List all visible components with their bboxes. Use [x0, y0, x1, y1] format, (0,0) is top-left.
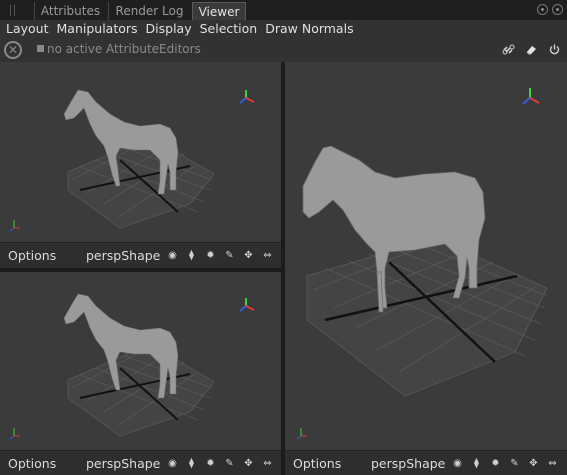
menu-manipulators[interactable]: Manipulators — [57, 20, 138, 38]
pencil-icon[interactable]: ✎ — [508, 457, 521, 470]
viewport-toolbar: Options perspShape ◉ ⧫ ✹ ✎ ✥ ⇔ — [0, 242, 281, 268]
panel-buttons — [537, 4, 563, 15]
tab-viewer[interactable]: Viewer — [192, 2, 246, 20]
power-icon[interactable] — [548, 43, 561, 56]
float-panel-icon[interactable] — [537, 4, 548, 15]
viewport-toolbar: Options perspShape ◉ ⧫ ✹ ✎ ✥ ⇔ — [285, 450, 567, 475]
status-square-icon — [37, 45, 44, 52]
viewport-icons: ◉ ⧫ ✹ ✎ ✥ ⇔ — [166, 457, 274, 470]
move-icon[interactable]: ✥ — [242, 249, 255, 262]
gear-icon[interactable]: ✹ — [489, 457, 502, 470]
corner-axis-icon — [9, 428, 20, 440]
pencil-icon[interactable]: ✎ — [223, 249, 236, 262]
eye-icon[interactable]: ◉ — [451, 457, 464, 470]
eraser-icon[interactable] — [525, 43, 538, 56]
viewport-scene — [9, 293, 255, 440]
menu-display[interactable]: Display — [146, 20, 192, 38]
corner-axis-icon — [9, 220, 20, 232]
close-panel-icon[interactable] — [552, 4, 563, 15]
tab-render-log[interactable]: Render Log — [108, 2, 190, 20]
menu-selection[interactable]: Selection — [200, 20, 258, 38]
attribute-editor-status: no active AttributeEditors — [47, 42, 201, 56]
camera-selector[interactable]: perspShape — [371, 456, 445, 471]
left-right-arrows-icon[interactable]: ⇔ — [261, 249, 274, 262]
menu-bar: Layout Manipulators Display Selection Dr… — [0, 20, 567, 38]
infobar-icons — [502, 43, 561, 56]
left-right-arrows-icon[interactable]: ⇔ — [261, 457, 274, 470]
link-icon[interactable] — [502, 43, 515, 56]
axis-gizmo-icon — [239, 90, 255, 104]
viewport-top-left[interactable] — [0, 62, 281, 242]
tab-bar: Attributes Render Log Viewer — [0, 0, 567, 20]
options-menu[interactable]: Options — [293, 456, 341, 471]
viewport-icons: ◉ ⧫ ✹ ✎ ✥ ⇔ — [166, 249, 274, 262]
menu-layout[interactable]: Layout — [6, 20, 49, 38]
pencil-icon[interactable]: ✎ — [223, 457, 236, 470]
viewport-right[interactable] — [285, 62, 567, 450]
viewport-bottom-left[interactable] — [0, 272, 281, 450]
camera-selector[interactable]: perspShape — [86, 456, 160, 471]
axis-gizmo-icon — [522, 88, 540, 105]
pin-icon[interactable]: ⧫ — [470, 457, 483, 470]
eye-icon[interactable]: ◉ — [166, 249, 179, 262]
camera-selector[interactable]: perspShape — [86, 248, 160, 263]
move-icon[interactable]: ✥ — [527, 457, 540, 470]
options-menu[interactable]: Options — [8, 248, 56, 263]
gear-icon[interactable]: ✹ — [204, 249, 217, 262]
tab-attributes[interactable]: Attributes — [34, 2, 106, 20]
gear-icon[interactable]: ✹ — [204, 457, 217, 470]
options-menu[interactable]: Options — [8, 456, 56, 471]
pin-icon[interactable]: ⧫ — [185, 457, 198, 470]
pin-icon[interactable]: ⧫ — [185, 249, 198, 262]
attribute-editor-bar: ✕ no active AttributeEditors — [0, 38, 567, 62]
viewport-scene — [9, 89, 255, 232]
eye-icon[interactable]: ◉ — [166, 457, 179, 470]
viewport-icons: ◉ ⧫ ✹ ✎ ✥ ⇔ — [451, 457, 559, 470]
move-icon[interactable]: ✥ — [242, 457, 255, 470]
corner-axis-icon — [296, 428, 307, 440]
left-right-arrows-icon[interactable]: ⇔ — [546, 457, 559, 470]
tab-grip-icon[interactable] — [2, 3, 22, 18]
viewport-scene — [296, 88, 548, 440]
close-circle-icon[interactable]: ✕ — [4, 41, 22, 59]
axis-gizmo-icon — [239, 298, 255, 312]
viewport-toolbar: Options perspShape ◉ ⧫ ✹ ✎ ✥ ⇔ — [0, 450, 281, 475]
menu-draw-normals[interactable]: Draw Normals — [265, 20, 353, 38]
